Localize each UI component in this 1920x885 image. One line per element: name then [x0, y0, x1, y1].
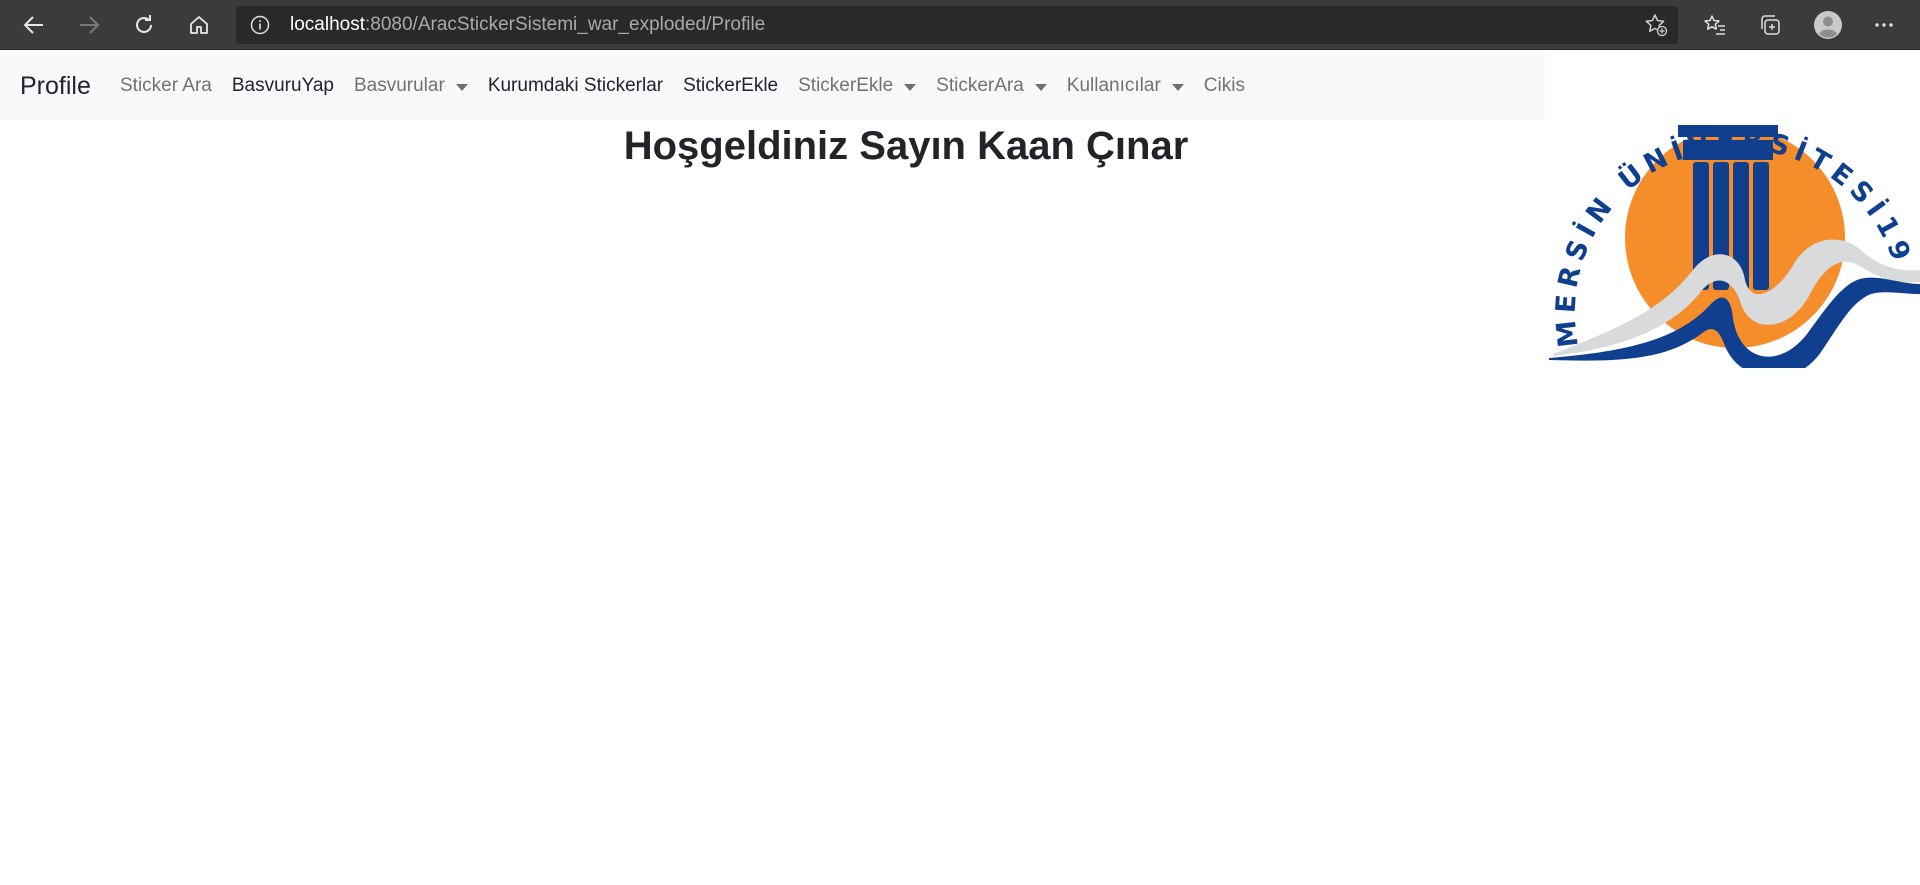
nav-label: Kullanıcılar [1066, 75, 1161, 96]
nav-label: Sticker Ara [120, 75, 212, 96]
refresh-button[interactable] [128, 9, 160, 41]
collections-button[interactable] [1754, 9, 1786, 41]
nav-kurumdaki-stickerlar[interactable]: Kurumdaki Stickerlar [478, 75, 673, 97]
nav-links: Sticker Ara BasvuruYap Basvurular Kurumd… [110, 75, 1255, 97]
nav-basvuru-yap[interactable]: BasvuruYap [222, 75, 344, 97]
nav-label: StickerAra [936, 75, 1024, 96]
nav-cikis[interactable]: Cikis [1194, 75, 1255, 97]
caret-down-icon [904, 83, 917, 91]
browser-toolbar: localhost:8080/AracStickerSistemi_war_ex… [0, 0, 1920, 50]
nav-label: Cikis [1203, 75, 1245, 96]
navbar: Profile Sticker Ara BasvuruYap Basvurula… [0, 50, 1545, 120]
nav-basvurular-dropdown[interactable]: Basvurular [344, 75, 478, 97]
collections-icon [1761, 15, 1780, 35]
nav-sticker-ara-dropdown[interactable]: StickerAra [926, 75, 1057, 97]
navbar-brand[interactable]: Profile [20, 71, 91, 101]
avatar-icon [1814, 11, 1842, 39]
nav-label: StickerEkle [798, 75, 894, 96]
nav-sticker-ara[interactable]: Sticker Ara [110, 75, 222, 97]
caret-down-icon [455, 83, 468, 91]
nav-kullanicilar-dropdown[interactable]: Kullanıcılar [1057, 75, 1194, 97]
more-button[interactable] [1868, 9, 1900, 41]
nav-sticker-ekle[interactable]: StickerEkle [673, 75, 788, 97]
address-bar[interactable]: localhost:8080/AracStickerSistemi_war_ex… [236, 6, 1678, 44]
nav-sticker-ekle-dropdown[interactable]: StickerEkle [788, 75, 926, 97]
home-icon [190, 16, 208, 34]
nav-label: Basvurular [353, 75, 445, 96]
forward-button[interactable] [73, 9, 105, 41]
nav-label: Kurumdaki Stickerlar [487, 75, 664, 96]
home-button[interactable] [183, 9, 215, 41]
welcome-heading: Hoşgeldiniz Sayın Kaan Çınar [623, 124, 1189, 168]
arrow-left-icon [23, 16, 43, 34]
more-icon [1875, 23, 1893, 27]
back-button[interactable] [18, 9, 50, 41]
url-text[interactable]: localhost:8080/AracStickerSistemi_war_ex… [290, 15, 765, 35]
caret-down-icon [1171, 83, 1184, 91]
url-path: :8080/AracStickerSistemi_war_exploded/Pr… [365, 14, 766, 35]
profile-button[interactable] [1812, 9, 1844, 41]
favorites-button[interactable] [1699, 9, 1731, 41]
nav-label: StickerEkle [683, 75, 779, 96]
logo-column-shaft [1753, 162, 1769, 290]
url-host: localhost [290, 14, 365, 35]
favorites-icon [1704, 15, 1725, 35]
mersin-university-logo: MERSİN ÜNİVERSİTESİ1992 [1545, 58, 1920, 368]
info-icon[interactable] [250, 15, 270, 35]
arrow-right-icon [80, 16, 100, 34]
caret-down-icon [1034, 83, 1047, 91]
add-favorite-icon[interactable] [1644, 13, 1668, 37]
refresh-icon [136, 15, 152, 33]
nav-label: BasvuruYap [231, 75, 334, 96]
